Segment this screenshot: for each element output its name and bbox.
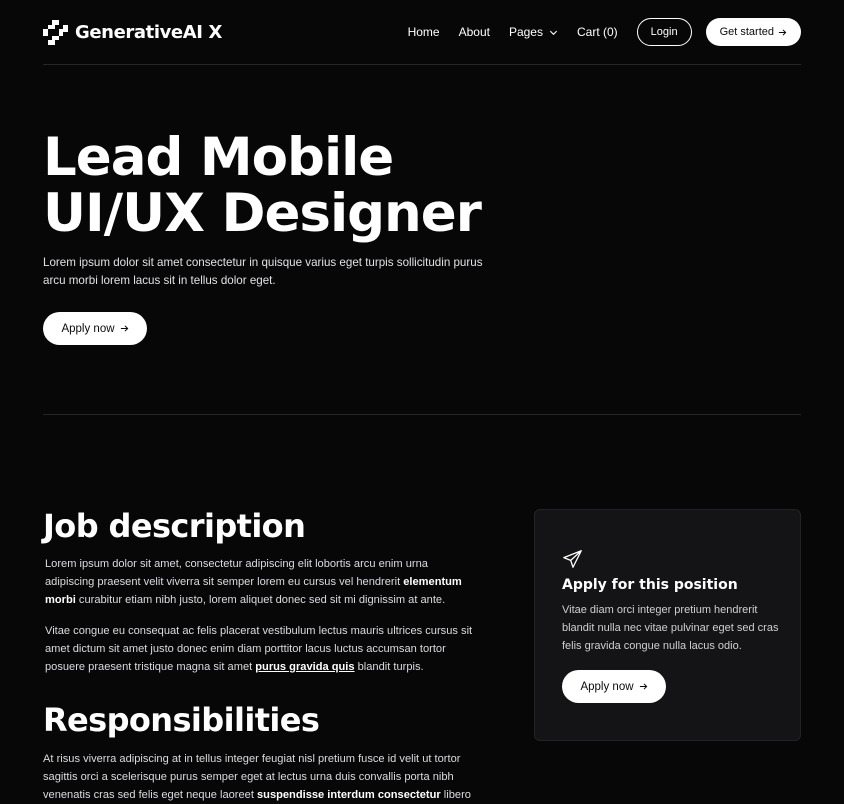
arrow-right-icon — [778, 28, 787, 36]
section-divider — [43, 414, 801, 415]
hero-title-line-2: UI/UX Designer — [43, 183, 482, 244]
hero-description: Lorem ipsum dolor sit amet consectetur i… — [43, 256, 483, 287]
nav-link-home[interactable]: Home — [408, 25, 440, 39]
nav-link-cart[interactable]: Cart (0) — [577, 25, 618, 39]
brand-name: GenerativeAI X — [75, 21, 222, 43]
brand-logo[interactable]: GenerativeAI X — [43, 19, 222, 45]
hero-apply-label: Apply now — [61, 322, 115, 335]
job-p1-text-b: curabitur etiam nibh justo, lorem alique… — [75, 594, 446, 606]
apply-card: Apply for this position Vitae diam orci … — [534, 509, 801, 741]
job-description-paragraph-1: Lorem ipsum dolor sit amet, consectetur … — [45, 555, 473, 609]
hero-apply-button[interactable]: Apply now — [43, 312, 147, 345]
nav-link-about[interactable]: About — [459, 25, 490, 39]
apply-card-title: Apply for this position — [562, 577, 738, 593]
hero-title-line-1: Lead Mobile — [43, 127, 394, 188]
arrow-right-icon — [639, 683, 647, 690]
job-p2-link[interactable]: purus gravida quis — [255, 661, 354, 673]
chevron-down-icon — [549, 30, 558, 35]
apply-card-text: Vitae diam orci integer pretium hendreri… — [562, 604, 779, 652]
header-divider — [43, 64, 801, 65]
navbar: GenerativeAI X Home About Pages Cart (0)… — [43, 14, 801, 50]
nav-link-pages[interactable]: Pages — [509, 25, 558, 39]
card-apply-label: Apply now — [580, 680, 634, 693]
hero-title: Lead Mobile UI/UX Designer — [43, 130, 523, 242]
responsibilities-heading: Responsibilities — [43, 701, 320, 739]
job-p2-text-b: blandit turpis. — [354, 661, 424, 673]
resp-p1-text-b: libero — [440, 789, 471, 801]
arrow-right-icon — [120, 325, 128, 332]
logo-mark-icon — [43, 19, 68, 45]
nav-link-pages-label: Pages — [508, 25, 543, 39]
get-started-button[interactable]: Get started — [705, 18, 801, 46]
job-p1-text-a: Lorem ipsum dolor sit amet, consectetur … — [45, 558, 428, 588]
job-description-heading: Job description — [43, 507, 306, 545]
job-description-paragraph-2: Vitae congue eu consequat ac felis place… — [45, 622, 473, 676]
paper-plane-icon — [563, 550, 582, 568]
get-started-label: Get started — [719, 26, 774, 38]
nav-links: Home About Pages Cart (0) Login Get star… — [408, 18, 801, 46]
card-apply-button[interactable]: Apply now — [562, 670, 666, 703]
login-button[interactable]: Login — [636, 18, 692, 46]
responsibilities-paragraph-1: At risus viverra adipiscing at in tellus… — [43, 750, 475, 804]
resp-p1-bold: suspendisse interdum consectetur — [257, 789, 441, 801]
